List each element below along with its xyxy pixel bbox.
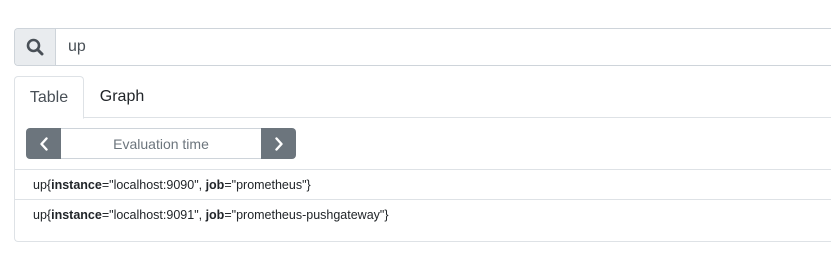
evaluation-time-control: [26, 128, 296, 159]
label-value: prometheus: [236, 178, 303, 192]
tab-bar: Table Graph: [14, 76, 831, 119]
metric-name: up: [33, 178, 47, 192]
label-name: instance: [51, 178, 102, 192]
chevron-left-icon: [39, 136, 48, 151]
metric-name: up: [33, 208, 47, 222]
query-panel: Table Graph up{instance="localhost:9090"…: [14, 76, 831, 242]
table-row: up{instance="localhost:9090", job="prome…: [15, 169, 831, 199]
table-row: up{instance="localhost:9091", job="prome…: [15, 199, 831, 229]
search-button[interactable]: [15, 29, 56, 65]
search-icon: [26, 38, 44, 56]
label-name: instance: [51, 208, 102, 222]
table-tab-content: up{instance="localhost:9090", job="prome…: [14, 118, 831, 242]
label-value: prometheus-pushgateway: [236, 208, 380, 222]
next-time-button[interactable]: [261, 128, 296, 159]
tab-table[interactable]: Table: [14, 76, 84, 119]
label-value: localhost:9091: [113, 208, 195, 222]
label-value: localhost:9090: [113, 178, 195, 192]
expression-input[interactable]: [56, 29, 831, 65]
results-table: up{instance="localhost:9090", job="prome…: [15, 169, 831, 229]
query-bar: [14, 28, 831, 66]
previous-time-button[interactable]: [26, 128, 61, 159]
tab-graph[interactable]: Graph: [85, 76, 159, 118]
chevron-right-icon: [274, 136, 283, 151]
label-name: job: [205, 208, 225, 222]
evaluation-time-input[interactable]: [61, 128, 261, 159]
label-name: job: [205, 178, 225, 192]
